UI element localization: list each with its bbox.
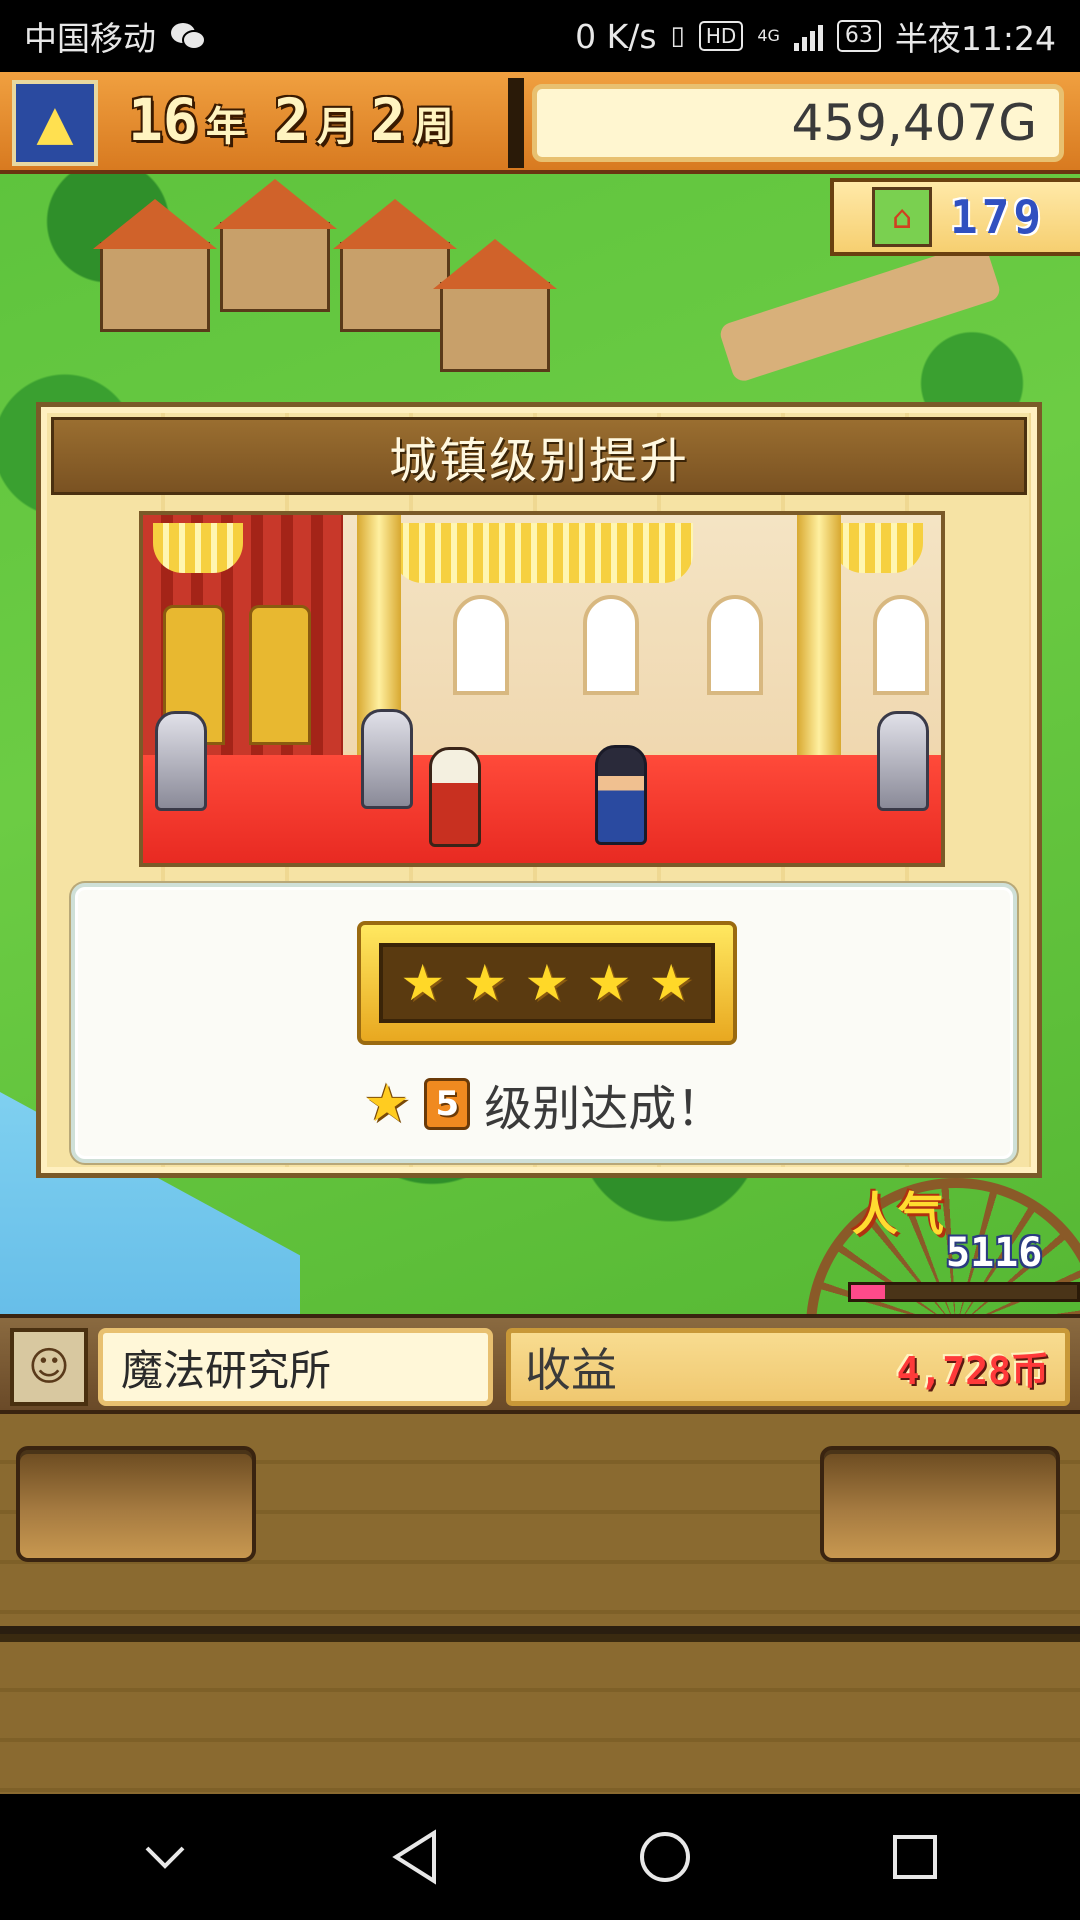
year-unit: 年: [205, 104, 246, 150]
gold-display: 459,407G: [532, 84, 1064, 162]
control-panel: [0, 1414, 1080, 1634]
home-circle-icon: [640, 1832, 690, 1882]
back-button[interactable]: [370, 1812, 460, 1902]
week-number: 2: [370, 86, 406, 154]
game-date: 16 年 2 月 2 周: [128, 86, 474, 160]
arched-window: [583, 595, 639, 695]
hud-divider: [508, 78, 524, 168]
knight-sprite: [155, 711, 207, 811]
star-rating-plaque: ★ ★ ★ ★ ★: [357, 921, 737, 1045]
popularity-value: 5116: [946, 1230, 1043, 1276]
month-unit: 月: [316, 104, 357, 150]
revenue-display: 收益 4,728币: [506, 1328, 1070, 1406]
popularity-label: 人气: [852, 1187, 944, 1241]
christmas-tree-icon[interactable]: ▲: [12, 80, 98, 166]
gold-amount: 459,407G: [791, 94, 1037, 152]
red-carpet: [143, 755, 941, 863]
facility-name[interactable]: 魔法研究所: [98, 1328, 493, 1406]
chevron-down-icon: [145, 1846, 185, 1869]
star-icon: ★: [524, 954, 570, 1012]
chandelier-left: [153, 523, 243, 573]
knight-sprite: [877, 711, 929, 811]
week-unit: 周: [413, 104, 454, 150]
town-house-icon: ⌂: [872, 187, 932, 247]
hd-badge: HD: [698, 21, 744, 51]
resident-avatar-icon[interactable]: ☺: [10, 1328, 88, 1406]
signal-icon: [793, 21, 823, 51]
level-achieved-text: 级别达成！: [484, 1081, 725, 1137]
star-icon: ★: [648, 954, 694, 1012]
popularity-bar: [848, 1282, 1080, 1302]
arched-window: [707, 595, 763, 695]
level-result-panel: ★ ★ ★ ★ ★ ★ 5 级别达成！: [71, 883, 1017, 1163]
home-button[interactable]: [620, 1812, 710, 1902]
back-triangle-icon: [392, 1829, 436, 1885]
star-icon: ★: [462, 954, 508, 1012]
net-speed: 0 K/s: [575, 16, 657, 56]
month-number: 2: [273, 86, 309, 154]
throne-room-scene: [139, 511, 945, 867]
navigation-bar: [0, 1794, 1080, 1920]
year-number: 16: [128, 86, 198, 154]
revenue-value: 4,728币: [896, 1348, 1049, 1393]
town-level-up-dialog[interactable]: 城镇级别提升 ★ ★ ★ ★ ★ ★ 5 级别达成！: [36, 402, 1042, 1178]
star-icon: ★: [363, 1074, 411, 1134]
popularity-bar-fill: [851, 1285, 885, 1299]
top-hud: ▲ 16 年 2 月 2 周 459,407G: [0, 72, 1080, 174]
population-count: 179: [950, 190, 1046, 244]
population-display[interactable]: ⌂ 179: [830, 178, 1080, 256]
clock: 半夜11:24: [894, 19, 1056, 58]
facility-name-text: 魔法研究所: [121, 1345, 332, 1395]
chandelier-right: [833, 523, 923, 573]
dirt-road: [717, 240, 1003, 384]
star-rating: ★ ★ ★ ★ ★: [379, 943, 715, 1023]
dialog-title: 城镇级别提升: [51, 417, 1027, 495]
hero-sprite: [595, 745, 647, 845]
right-menu-button[interactable]: [820, 1446, 1060, 1562]
network-type: 4G: [757, 26, 780, 45]
king-throne: [249, 605, 311, 745]
chandelier-center: [393, 523, 693, 583]
battery-icon: 63: [836, 20, 881, 52]
level-achieved-line: ★ 5 级别达成！: [75, 1069, 1013, 1139]
facility-info-bar: ☺ 魔法研究所 收益 4,728币: [0, 1314, 1080, 1414]
vibrate-icon: ▯: [670, 21, 685, 51]
level-number-badge: 5: [424, 1078, 471, 1130]
lower-panel: [0, 1642, 1080, 1794]
arched-window: [453, 595, 509, 695]
arched-window: [873, 595, 929, 695]
star-icon: ★: [400, 954, 446, 1012]
wechat-icon: [171, 23, 206, 50]
house-row: [100, 182, 580, 412]
star-icon: ★: [586, 954, 632, 1012]
knight-sprite: [361, 709, 413, 809]
status-bar: 中国移动 0 K/s ▯ HD 4G 63 半夜11:24: [0, 0, 1080, 72]
popularity-gauge[interactable]: 人气 5116: [796, 1178, 1080, 1478]
recents-square-icon: [893, 1835, 937, 1879]
left-menu-button[interactable]: [16, 1446, 256, 1562]
minister-sprite: [429, 747, 481, 847]
carrier-label: 中国移动: [24, 19, 156, 58]
gold-pillar: [797, 515, 841, 775]
recents-button[interactable]: [870, 1812, 960, 1902]
revenue-label: 收益: [525, 1343, 617, 1397]
hide-nav-button[interactable]: [120, 1812, 210, 1902]
